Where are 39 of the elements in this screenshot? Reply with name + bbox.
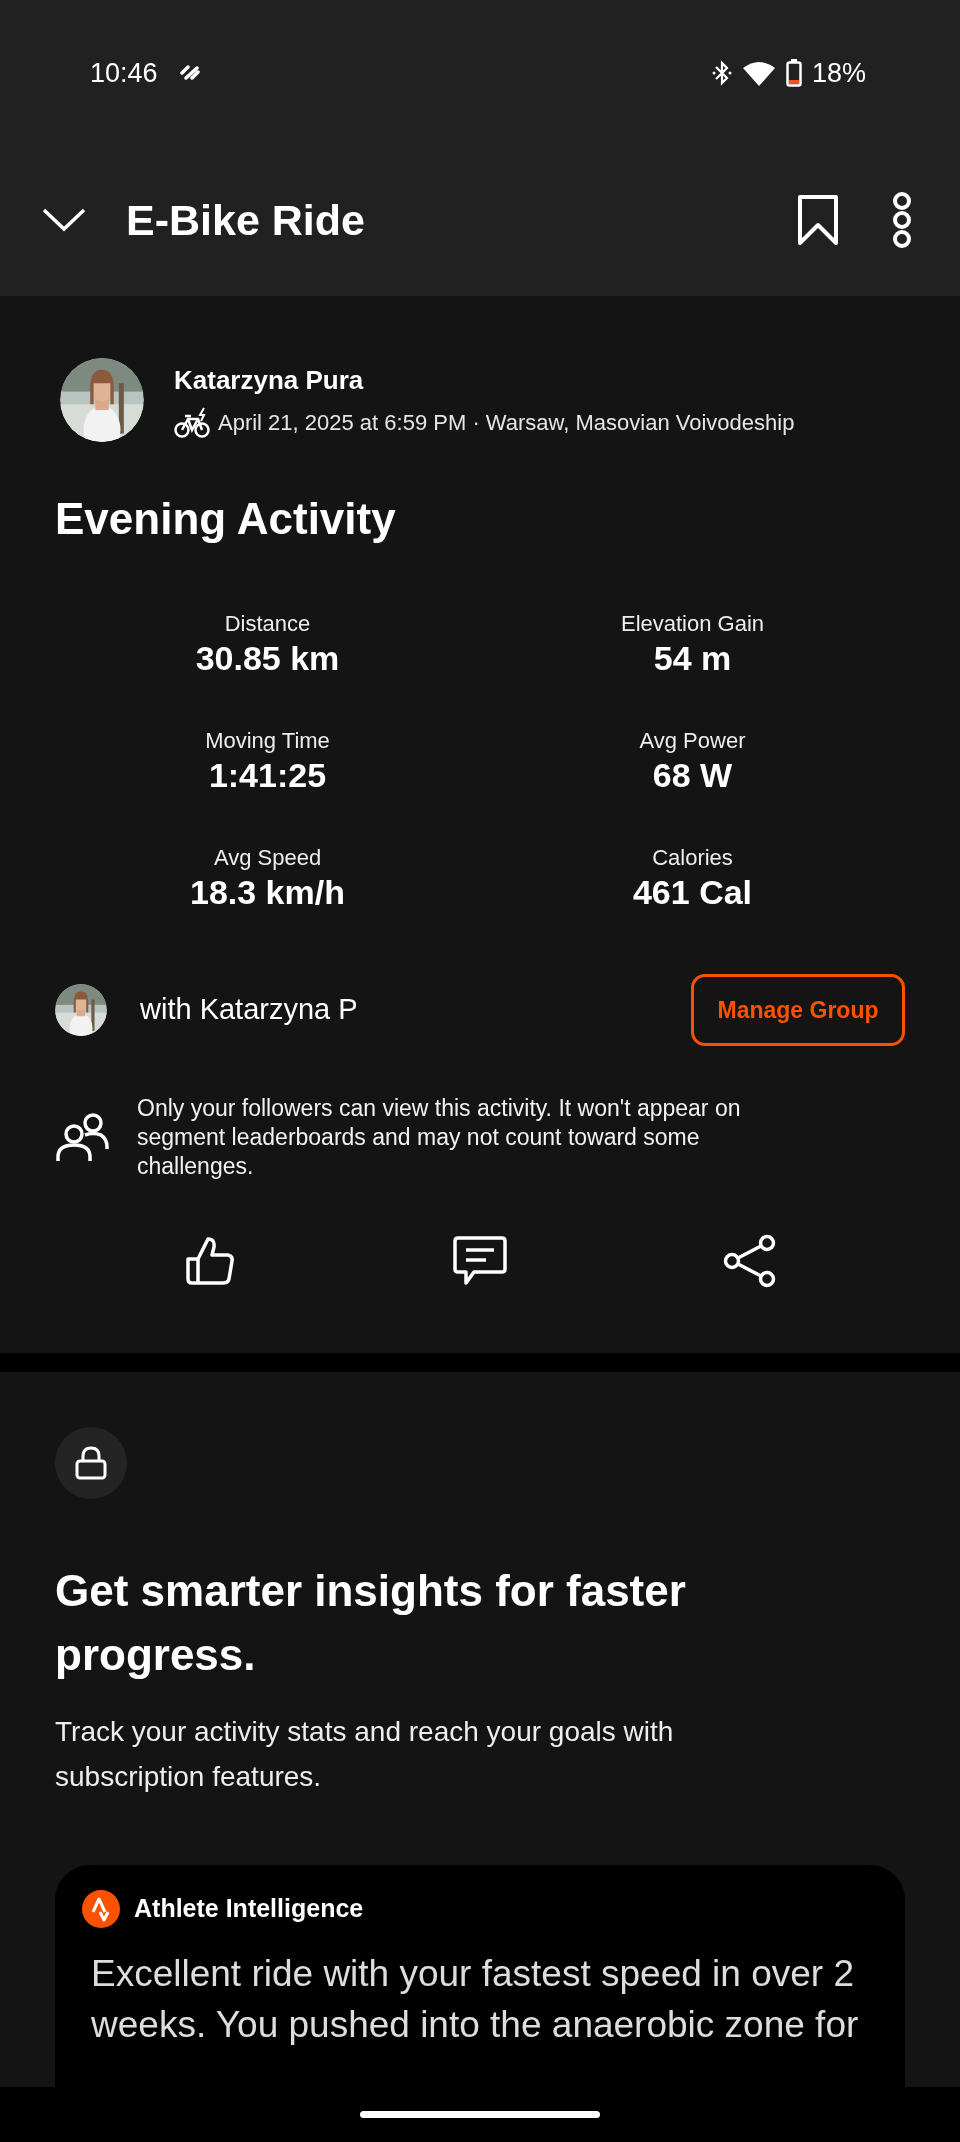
stat-value: 54 m: [653, 638, 732, 678]
privacy-notice: Only your followers can view this activity. It won't appear on segment leaderboards and may not count toward some challenges.: [137, 1094, 742, 1181]
page-title: E-Bike Ride: [126, 194, 366, 246]
stat-value: 18.3 km/h: [190, 872, 345, 912]
stat-label: Avg Power: [639, 727, 746, 755]
thumbs-up-icon: [184, 1235, 236, 1287]
activity-title: Evening Activity: [55, 493, 397, 545]
stat-value: 68 W: [652, 755, 733, 795]
stat-value: 30.85 km: [195, 638, 340, 678]
stat-label: Elevation Gain: [620, 610, 765, 638]
group-icon: [55, 1112, 109, 1163]
manage-group-button[interactable]: Manage Group: [691, 974, 905, 1046]
insight-text: Excellent ride with your fastest speed in over 2 weeks. You pushed into the anaerobic zone for: [90, 1952, 860, 2047]
lock-icon: [75, 1446, 107, 1480]
wifi-icon: [741, 60, 776, 86]
bluetooth-icon: [711, 60, 732, 86]
more-options-icon: [891, 192, 913, 248]
activity-meta: April 21, 2025 at 6:59 PM · Warsaw, Masovian Voivodeship: [218, 409, 795, 437]
chevron-down-icon: [42, 207, 86, 233]
app-notification-icon: [179, 65, 202, 81]
logo-icon: [82, 1890, 120, 1928]
stat-label: Avg Speed: [213, 844, 322, 872]
stat-label: Moving Time: [205, 727, 330, 755]
athlete-name: Katarzyna Pura: [174, 364, 365, 397]
bookmark-icon: [797, 194, 839, 246]
upsell-subtitle: Track your activity stats and reach your goals with subscription features.: [55, 1715, 675, 1794]
battery-percentage: 18%: [811, 59, 866, 87]
upsell-title: Get smarter insights for faster progress.: [55, 1565, 687, 1681]
share-icon: [723, 1234, 777, 1288]
stat-value: 1:41:25: [208, 755, 327, 795]
group-members: with Katarzyna P: [140, 992, 359, 1028]
comment-icon: [452, 1235, 508, 1287]
card-title: Athlete Intelligence: [134, 1893, 364, 1925]
battery-icon: [785, 59, 802, 87]
stat-label: Calories: [652, 844, 733, 872]
stat-value: 461 Cal: [632, 872, 753, 912]
clock: 10:46: [90, 59, 158, 87]
e-bike-icon: [174, 406, 210, 439]
stat-label: Distance: [224, 610, 311, 638]
